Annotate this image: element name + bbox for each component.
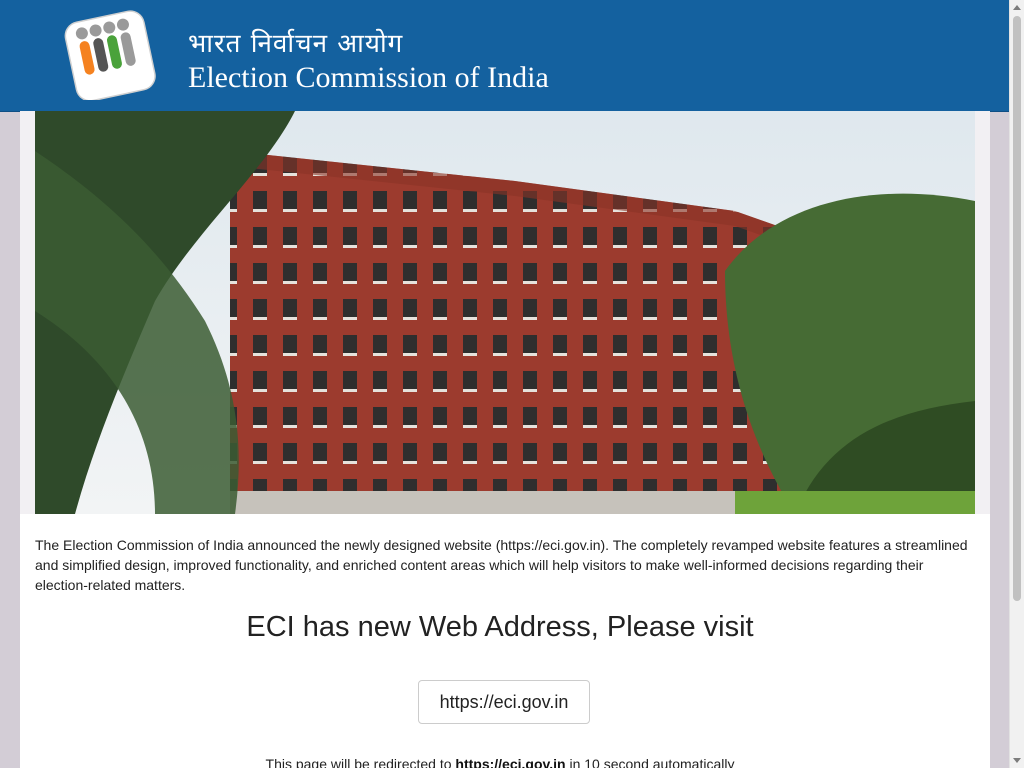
page: भारत निर्वाचन आयोग Election Commission o… (0, 0, 1024, 768)
site-header: भारत निर्वाचन आयोग Election Commission o… (0, 0, 1009, 112)
main-card: The Election Commission of India announc… (20, 111, 990, 768)
redirect-notice: This page will be redirected to https://… (20, 756, 980, 768)
redirect-suffix: in 10 second automatically (565, 756, 735, 768)
hero-image (20, 111, 990, 514)
intro-paragraph: The Election Commission of India announc… (35, 537, 968, 593)
headline: ECI has new Web Address, Please visit (246, 611, 754, 643)
vertical-scrollbar[interactable] (1009, 0, 1024, 768)
new-website-link-button[interactable]: https://eci.gov.in (418, 680, 590, 724)
header-title-english: Election Commission of India (188, 61, 549, 94)
eci-logo-icon (64, 10, 156, 100)
scroll-down-arrow-icon[interactable] (1013, 758, 1021, 763)
building-photo (35, 111, 975, 514)
redirect-link[interactable]: https://eci.gov.in (455, 756, 565, 768)
header-title-hindi: भारत निर्वाचन आयोग (188, 29, 404, 59)
scroll-thumb[interactable] (1013, 16, 1021, 601)
redirect-prefix: This page will be redirected to (265, 756, 456, 768)
scroll-up-arrow-icon[interactable] (1013, 5, 1021, 10)
